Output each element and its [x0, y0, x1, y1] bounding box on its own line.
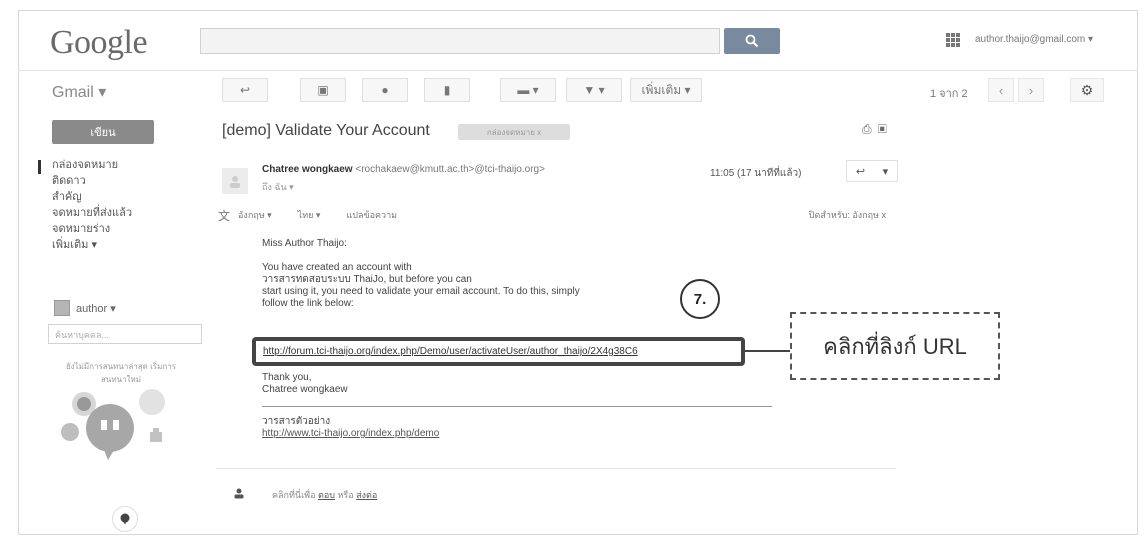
back-arrow-icon: ↩ [239, 83, 251, 97]
trash-icon: ▮ [443, 83, 451, 97]
back-button[interactable]: ↩ [222, 78, 268, 102]
spam-icon: ● [381, 83, 389, 97]
header-divider [18, 70, 1138, 71]
body-line: follow the link below: [262, 298, 354, 309]
reply-button[interactable]: ↩ ▾ [846, 160, 898, 182]
report-spam-button[interactable]: ● [362, 78, 408, 102]
sender-line: Chatree wongkaew <rochakaew@kmutt.ac.th>… [262, 164, 545, 175]
translate-message-link[interactable]: แปลข้อความ [346, 208, 397, 222]
sender-address: <rochakaew@kmutt.ac.th>@tci-thaijo.org> [355, 164, 545, 175]
sidebar-item-starred[interactable]: ติดดาว [52, 173, 192, 189]
sender-name[interactable]: Chatree wongkaew [262, 164, 353, 175]
signature-divider [262, 406, 772, 407]
journal-name: วารสารตัวอย่าง [262, 416, 331, 427]
page-counter: 1 จาก 2 [930, 88, 968, 100]
reply-hint-prefix: คลิกที่นี่เพื่อ [272, 490, 316, 500]
apps-grid-icon[interactable] [946, 33, 960, 47]
journal-link[interactable]: http://www.tci-thaijo.org/index.php/demo [262, 428, 439, 439]
reply-icon: ↩ [855, 165, 866, 178]
translate-off-toggle[interactable]: ปิดสำหรับ: อังกฤษ x [809, 208, 886, 222]
thanks-text: Thank you, [262, 372, 312, 383]
print-icon[interactable]: ⎙ [862, 122, 878, 136]
people-search-input[interactable]: ค้นหาบุคคล... [48, 324, 202, 344]
sender-avatar [222, 168, 248, 194]
reply-hint: คลิกที่นี่เพื่อ ตอบ หรือ ส่งต่อ [272, 488, 377, 502]
person-icon [230, 176, 240, 188]
sidebar-item-more[interactable]: เพิ่มเติม ▾ [52, 237, 192, 253]
hangouts-user-name: author ▾ [76, 302, 116, 315]
email-subject: [demo] Validate Your Account [222, 122, 430, 139]
print-expand-icons[interactable]: ⎙▣ [862, 122, 893, 137]
account-menu[interactable]: author.thaijo@gmail.com ▾ [975, 34, 1093, 45]
settings-button[interactable]: ⚙ [1070, 78, 1104, 102]
search-button[interactable] [724, 28, 780, 54]
translate-icon: 文 [218, 208, 231, 223]
reply-link[interactable]: ตอบ [318, 490, 335, 500]
compose-button[interactable]: เขียน [52, 120, 154, 144]
chevron-right-icon: › [1028, 82, 1034, 98]
delete-button[interactable]: ▮ [424, 78, 470, 102]
body-line: start using it, you need to validate you… [262, 286, 580, 297]
signature-name: Chatree wongkaew [262, 384, 348, 395]
reply-area-icon [228, 482, 250, 504]
message-time: 11:05 (17 นาทีที่แล้ว) [710, 168, 802, 179]
validation-link[interactable]: http://forum.tci-thaijo.org/index.php/De… [263, 346, 638, 357]
folder-list: กล่องจดหมาย ติดดาว สำคัญ จดหมายที่ส่งแล้… [52, 157, 192, 253]
more-actions-dropdown[interactable]: ▾ [883, 165, 889, 178]
hangouts-illustration-icon [61, 389, 165, 460]
inbox-label-badge[interactable]: กล่องจดหมาย x [458, 124, 570, 140]
new-window-icon[interactable]: ▣ [878, 122, 893, 136]
translate-bar: 文 อังกฤษ ▾ ไทย ▾ แปลข้อความ ปิดสำหรับ: อ… [218, 204, 886, 226]
folder-icon: ▬ ▾ [517, 83, 539, 97]
active-folder-marker [38, 160, 41, 174]
move-to-button[interactable]: ▬ ▾ [500, 78, 556, 102]
body-line: You have created an account with [262, 262, 412, 273]
search-input[interactable] [200, 28, 720, 54]
search-icon [745, 34, 759, 48]
signoff: Thank you, Chatree wongkaew [262, 372, 348, 396]
instruction-callout: คลิกที่ลิงก์ URL [790, 312, 1000, 380]
greeting: Miss Author Thaijo: [262, 238, 347, 249]
callout-connector [745, 350, 790, 352]
google-logo[interactable]: Google [50, 24, 148, 62]
avatar [54, 300, 70, 316]
chevron-left-icon: ‹ [998, 82, 1004, 98]
chat-bubble-icon [120, 513, 130, 525]
highlighted-link-box: http://forum.tci-thaijo.org/index.php/De… [252, 337, 745, 366]
more-button[interactable]: เพิ่มเติม ▾ [630, 78, 702, 102]
forward-link[interactable]: ส่งต่อ [356, 490, 377, 500]
gmail-menu[interactable]: Gmail ▾ [52, 82, 106, 102]
body-line: วารสารทดสอบระบบ ThaiJo, but before you c… [262, 274, 472, 285]
labels-button[interactable]: ▼ ▾ [566, 78, 622, 102]
recipient-details-toggle[interactable]: ถึง ฉัน ▾ [262, 180, 294, 194]
hangouts-user-menu[interactable]: author ▾ [54, 300, 116, 316]
sidebar-item-important[interactable]: สำคัญ [52, 189, 192, 205]
person-icon [234, 488, 244, 499]
sidebar-item-drafts[interactable]: จดหมายร่าง [52, 221, 192, 237]
next-page-button[interactable]: › [1018, 78, 1044, 102]
message-body: Miss Author Thaijo: You have created an … [262, 238, 702, 310]
reply-hint-mid: หรือ [337, 490, 354, 500]
sidebar-item-inbox[interactable]: กล่องจดหมาย [52, 157, 192, 173]
archive-button[interactable]: ▣ [300, 78, 346, 102]
step-number-badge: 7. [680, 279, 720, 319]
label-icon: ▼ ▾ [583, 83, 605, 97]
prev-page-button[interactable]: ‹ [988, 78, 1014, 102]
sidebar-item-sent[interactable]: จดหมายที่ส่งแล้ว [52, 205, 192, 221]
reply-divider [216, 468, 896, 469]
source-language-select[interactable]: อังกฤษ ▾ [238, 208, 272, 222]
chat-button[interactable] [112, 506, 138, 532]
gear-icon: ⚙ [1080, 81, 1094, 98]
target-language-select[interactable]: ไทย ▾ [298, 208, 321, 222]
archive-icon: ▣ [317, 83, 329, 97]
journal-footer: วารสารตัวอย่าง http://www.tci-thaijo.org… [262, 416, 439, 440]
